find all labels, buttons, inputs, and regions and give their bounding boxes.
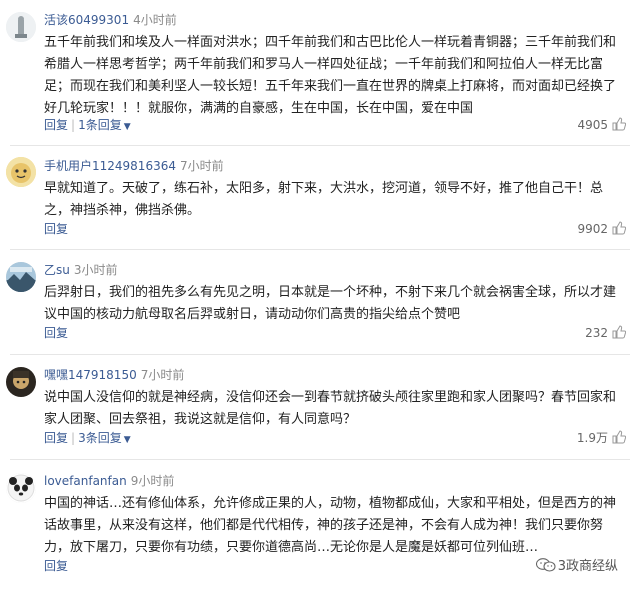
landscape-avatar-icon[interactable] xyxy=(6,262,36,292)
divider xyxy=(10,145,630,146)
divider xyxy=(10,354,630,355)
like-count: 9902 xyxy=(577,222,608,236)
comment-text: 中国的神话…还有修仙体系，允许修成正果的人，动物，植物都成仙，大家和平相处，但是… xyxy=(44,496,617,555)
username[interactable]: lovefanfanfan xyxy=(44,474,127,488)
replies-count: 1条回复 xyxy=(78,118,122,132)
username[interactable]: 手机用户11249816364 xyxy=(44,159,176,173)
like-count: 4905 xyxy=(577,118,608,132)
view-replies-button[interactable]: 1条回复 ▼ xyxy=(78,118,131,132)
reply-button[interactable]: 回复 xyxy=(44,118,68,132)
username[interactable]: 活该60499301 xyxy=(44,13,129,27)
timestamp: 3小时前 xyxy=(73,263,118,277)
comment-text: 后羿射日，我们的祖先多么有先见之明，日本就是一个坏种，不射下来几个就会祸害全球，… xyxy=(44,285,617,322)
divider xyxy=(10,249,630,250)
reply-button[interactable]: 回复 xyxy=(44,326,68,340)
like-button[interactable]: 1.9万 xyxy=(577,430,626,446)
reply-button[interactable]: 回复 xyxy=(44,222,68,236)
dark-character-avatar-icon[interactable] xyxy=(6,367,36,397)
like-button[interactable]: 4905 xyxy=(577,117,626,133)
comment-text: 早就知道了。天破了，练石补，太阳多，射下来，大洪水，挖河道，领导不好，推了他自己… xyxy=(44,181,604,218)
like-button[interactable]: 232 xyxy=(585,325,626,341)
timestamp: 9小时前 xyxy=(130,474,175,488)
like-count: 1.9万 xyxy=(576,431,608,445)
thumb-up-icon xyxy=(612,117,626,131)
like-count: 232 xyxy=(585,326,608,340)
watermark-text: 3政商经纵 xyxy=(557,559,618,574)
chevron-down-icon: ▼ xyxy=(123,122,131,132)
action-divider: | xyxy=(71,118,76,132)
thumb-up-icon xyxy=(612,430,626,444)
timestamp: 7小时前 xyxy=(179,159,224,173)
chevron-down-icon: ▼ xyxy=(123,435,131,445)
thumb-up-icon xyxy=(612,325,626,339)
watermark: 3政商经纵 xyxy=(535,555,618,574)
action-divider: | xyxy=(71,431,76,445)
username[interactable]: 嘿嘿147918150 xyxy=(44,368,137,382)
like-button[interactable]: 9902 xyxy=(577,221,626,237)
reply-button[interactable]: 回复 xyxy=(44,431,68,445)
timestamp: 4小时前 xyxy=(133,13,177,27)
view-replies-button[interactable]: 3条回复 ▼ xyxy=(78,431,131,445)
cartoon-face-avatar-icon[interactable] xyxy=(6,157,36,187)
reply-button[interactable]: 回复 xyxy=(44,559,68,573)
username[interactable]: 乙su xyxy=(44,263,70,277)
statue-avatar-icon[interactable] xyxy=(6,12,36,42)
replies-count: 3条回复 xyxy=(78,431,122,445)
comment-text: 五千年前我们和埃及人一样面对洪水；四千年前我们和古巴比伦人一样玩着青铜器；三千年… xyxy=(44,35,617,116)
timestamp: 7小时前 xyxy=(140,368,185,382)
wechat-icon xyxy=(535,558,556,572)
thumb-up-icon xyxy=(612,221,626,235)
comment-text: 说中国人没信仰的就是神经病，没信仰还会一到春节就挤破头颅往家里跑和家人团聚吗？春… xyxy=(44,390,617,427)
panda-avatar-icon[interactable] xyxy=(6,473,36,503)
divider xyxy=(10,459,630,460)
